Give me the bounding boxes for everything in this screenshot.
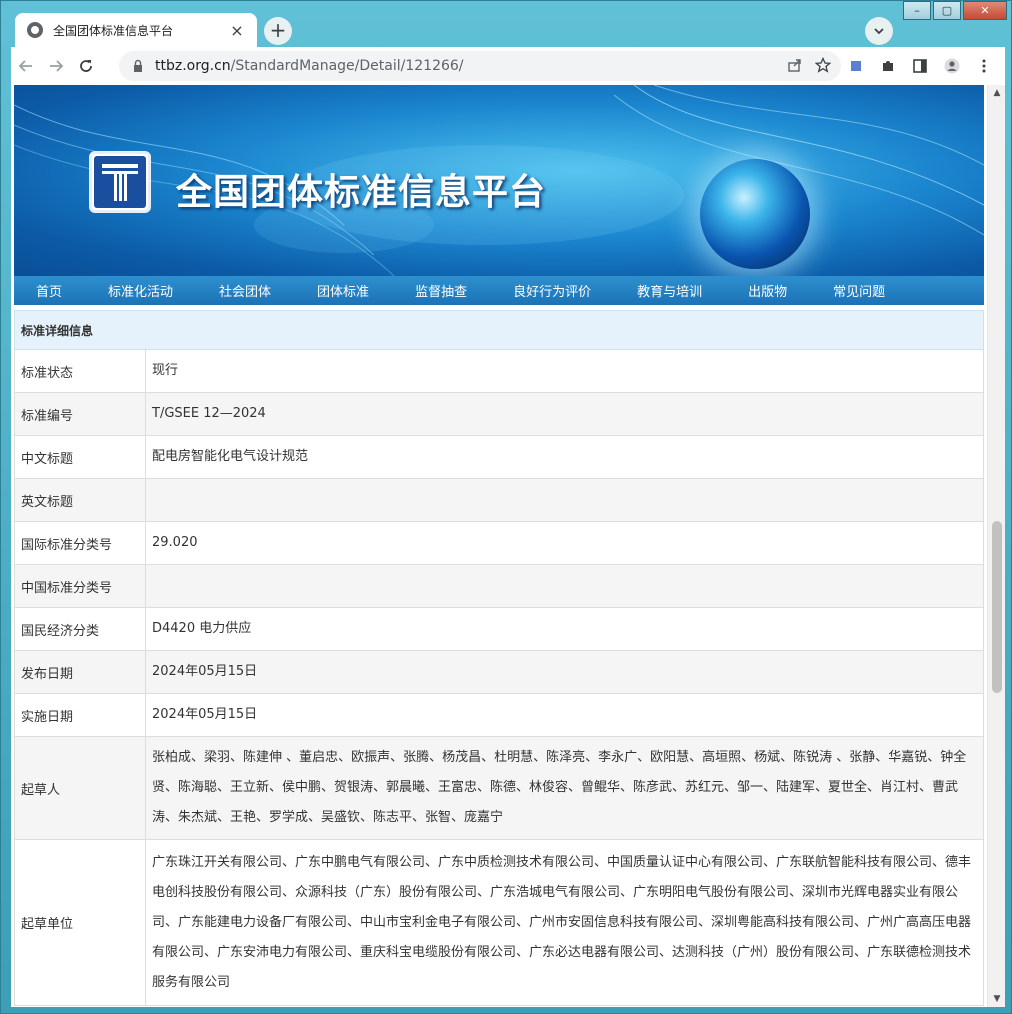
row-value <box>146 565 983 607</box>
profile-icon[interactable] <box>941 55 963 77</box>
row-value: D4420 电力供应 <box>152 621 252 636</box>
nav-item-faq[interactable]: 常见问题 <box>833 281 885 300</box>
reload-button[interactable] <box>71 51 101 81</box>
row-value <box>146 479 983 521</box>
back-button[interactable] <box>11 51 41 81</box>
row-label: 标准编号 <box>15 393 146 435</box>
table-row: 中国标准分类号 <box>14 565 984 608</box>
url-host: ttbz.org.cn <box>155 58 231 74</box>
row-value: T/GSEE 12—2024 <box>152 406 266 421</box>
side-panel-icon[interactable] <box>909 55 931 77</box>
close-window-button[interactable]: ✕ <box>963 1 1007 20</box>
nav-item-home[interactable]: 首页 <box>36 281 62 300</box>
nav-item-education[interactable]: 教育与培训 <box>637 281 702 300</box>
standard-detail-table: 标准详细信息 标准状态 现行 标准编号 T/GSEE 12—2024 中文标题 配电房… <box>14 310 984 1006</box>
globe-icon <box>27 22 43 38</box>
extensions-area <box>845 55 995 77</box>
nav-item-group-standards[interactable]: 团体标准 <box>317 281 369 300</box>
site-banner: 全国团体标准信息平台 <box>14 85 984 276</box>
row-label: 发布日期 <box>15 651 146 693</box>
extension-icon[interactable] <box>845 55 867 77</box>
address-bar[interactable]: ttbz.org.cn/StandardManage/Detail/121266… <box>119 51 841 81</box>
table-row: 标准编号 T/GSEE 12—2024 <box>14 393 984 436</box>
more-menu-icon[interactable] <box>973 55 995 77</box>
tab-search-button[interactable] <box>865 17 893 45</box>
row-label: 标准状态 <box>15 350 146 392</box>
row-value: 张柏成、梁羽、陈建伸 、董启忠、欧振声、张腾、杨茂昌、杜明慧、陈泽亮、李永广、欧… <box>152 750 967 825</box>
row-value: 2024年05月15日 <box>152 664 258 679</box>
row-label: 英文标题 <box>15 479 146 521</box>
nav-item-supervision[interactable]: 监督抽查 <box>415 281 467 300</box>
share-icon[interactable] <box>787 57 803 73</box>
row-value: 配电房智能化电气设计规范 <box>152 449 309 464</box>
row-label: 国民经济分类 <box>15 608 146 650</box>
row-value: 广东珠江开关有限公司、广东中鹏电气有限公司、广东中质检测技术有限公司、中国质量认… <box>152 854 972 990</box>
row-label: 中文标题 <box>15 436 146 478</box>
logo-mark-icon <box>94 156 146 208</box>
row-label: 起草单位 <box>15 840 146 1005</box>
main-nav: 首页 标准化活动 社会团体 团体标准 监督抽查 良好行为评价 教育与培训 出版物… <box>14 276 984 305</box>
table-row: 起草单位 广东珠江开关有限公司、广东中鹏电气有限公司、广东中质检测技术有限公司、中… <box>14 840 984 1006</box>
scroll-down-icon[interactable]: ▼ <box>988 991 1005 1007</box>
puzzle-icon[interactable] <box>877 55 899 77</box>
globe-icon <box>700 159 810 269</box>
row-value: 现行 <box>152 363 179 378</box>
table-row: 国际标准分类号 29.020 <box>14 522 984 565</box>
browser-tab[interactable]: 全国团体标准信息平台 × <box>15 13 257 47</box>
row-label: 国际标准分类号 <box>15 522 146 564</box>
bookmark-star-icon[interactable] <box>815 57 831 73</box>
row-label: 起草人 <box>15 737 146 839</box>
page-scrollbar[interactable]: ▲ ▼ <box>987 85 1005 1007</box>
new-tab-button[interactable]: + <box>264 17 292 45</box>
maximize-button[interactable]: ▢ <box>933 1 961 20</box>
url-path: /StandardManage/Detail/121266/ <box>230 58 464 74</box>
scroll-up-icon[interactable]: ▲ <box>988 85 1005 101</box>
forward-button[interactable] <box>41 51 71 81</box>
tab-strip: 全国团体标准信息平台 × + – ▢ ✕ <box>1 1 1012 47</box>
arrow-left-icon <box>18 60 32 72</box>
table-row: 实施日期 2024年05月15日 <box>14 694 984 737</box>
table-row: 国民经济分类 D4420 电力供应 <box>14 608 984 651</box>
table-row: 发布日期 2024年05月15日 <box>14 651 984 694</box>
window-controls: – ▢ ✕ <box>901 1 1007 20</box>
table-row: 标准状态 现行 <box>14 350 984 393</box>
row-label: 实施日期 <box>15 694 146 736</box>
row-label: 中国标准分类号 <box>15 565 146 607</box>
table-row: 中文标题 配电房智能化电气设计规范 <box>14 436 984 479</box>
detail-header: 标准详细信息 <box>14 310 984 350</box>
site-logo[interactable] <box>89 151 151 213</box>
browser-window: 全国团体标准信息平台 × + – ▢ ✕ ttbz.org.cn/Standar… <box>0 0 1012 1014</box>
reload-icon <box>80 60 92 72</box>
row-value: 2024年05月15日 <box>152 707 258 722</box>
table-row: 起草人 张柏成、梁羽、陈建伸 、董启忠、欧振声、张腾、杨茂昌、杜明慧、陈泽亮、李永… <box>14 737 984 840</box>
page-content: 全国团体标准信息平台 首页 标准化活动 社会团体 团体标准 监督抽查 良好行为评… <box>14 85 984 1006</box>
close-tab-icon[interactable]: × <box>229 21 245 40</box>
browser-toolbar: ttbz.org.cn/StandardManage/Detail/121266… <box>11 47 1005 85</box>
tab-title: 全国团体标准信息平台 <box>53 23 174 38</box>
nav-item-social-groups[interactable]: 社会团体 <box>219 281 271 300</box>
table-row: 英文标题 <box>14 479 984 522</box>
arrow-right-icon <box>50 60 64 72</box>
nav-item-publications[interactable]: 出版物 <box>748 281 787 300</box>
nav-item-good-behavior[interactable]: 良好行为评价 <box>513 281 591 300</box>
nav-item-standardization-activities[interactable]: 标准化活动 <box>108 281 173 300</box>
site-title: 全国团体标准信息平台 <box>176 172 547 213</box>
lock-icon <box>134 59 142 72</box>
chevron-down-icon <box>874 28 884 35</box>
minimize-button[interactable]: – <box>903 1 931 20</box>
page-viewport: 全国团体标准信息平台 首页 标准化活动 社会团体 团体标准 监督抽查 良好行为评… <box>11 85 1005 1007</box>
row-value: 29.020 <box>152 535 198 550</box>
scrollbar-thumb[interactable] <box>992 521 1002 693</box>
